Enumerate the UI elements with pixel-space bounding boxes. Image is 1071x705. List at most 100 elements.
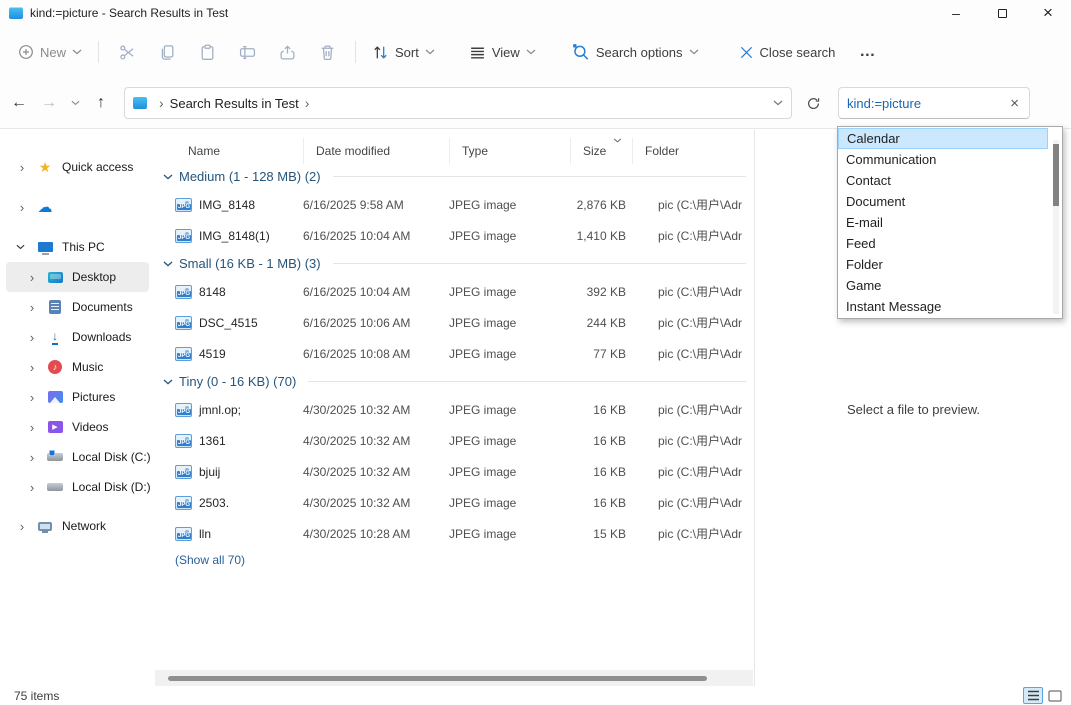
- breadcrumb[interactable]: Search Results in Test: [170, 96, 299, 111]
- column-header-size[interactable]: Size: [570, 138, 632, 164]
- dropdown-scrollbar-thumb[interactable]: [1053, 144, 1059, 206]
- file-row[interactable]: bjuij 4/30/2025 10:32 AM JPEG image 16 K…: [155, 456, 754, 487]
- file-row[interactable]: 1361 4/30/2025 10:32 AM JPEG image 16 KB…: [155, 425, 754, 456]
- more-options-button[interactable]: …: [849, 43, 886, 61]
- maximize-button[interactable]: [979, 0, 1025, 26]
- search-options-button[interactable]: Search options: [564, 37, 707, 67]
- expand-chevron-icon[interactable]: ›: [26, 390, 38, 405]
- dropdown-item-communication[interactable]: Communication: [838, 149, 1048, 170]
- close-search-button[interactable]: Close search: [731, 39, 844, 66]
- view-button-label: View: [492, 45, 520, 60]
- sidebar-item-quick-access[interactable]: › ★ Quick access: [6, 152, 149, 182]
- new-button[interactable]: New: [10, 38, 90, 66]
- dropdown-item-feed[interactable]: Feed: [838, 233, 1048, 254]
- window-title: kind:=picture - Search Results in Test: [30, 6, 228, 20]
- column-header-type[interactable]: Type: [449, 138, 570, 164]
- dropdown-item-folder[interactable]: Folder: [838, 254, 1048, 275]
- dropdown-item-game[interactable]: Game: [838, 275, 1048, 296]
- close-button[interactable]: ×: [1025, 0, 1071, 26]
- back-arrow-icon: ←: [11, 94, 27, 112]
- sidebar-item-downloads[interactable]: › ↓ Downloads: [6, 322, 149, 352]
- expand-chevron-icon[interactable]: ›: [26, 480, 38, 495]
- expand-chevron-icon[interactable]: ›: [26, 300, 38, 315]
- file-row[interactable]: lln 4/30/2025 10:28 AM JPEG image 15 KB …: [155, 518, 754, 549]
- expand-chevron-icon[interactable]: ›: [16, 160, 28, 175]
- expand-chevron-icon[interactable]: ›: [26, 420, 38, 435]
- file-row[interactable]: DSC_4515 6/16/2025 10:06 AM JPEG image 2…: [155, 307, 754, 338]
- dropdown-scrollbar[interactable]: [1053, 140, 1059, 314]
- sidebar-item-pictures[interactable]: › Pictures: [6, 382, 149, 412]
- navigation-bar: ← → ↑ › Search Results in Test › ×: [0, 78, 1071, 129]
- up-button[interactable]: ↑: [86, 88, 116, 118]
- delete-button[interactable]: [307, 35, 347, 69]
- group-header-medium[interactable]: Medium (1 - 128 MB) (2): [155, 164, 754, 189]
- file-row[interactable]: 8148 6/16/2025 10:04 AM JPEG image 392 K…: [155, 276, 754, 307]
- dropdown-item-calendar[interactable]: Calendar: [838, 128, 1048, 149]
- search-input[interactable]: [847, 96, 1008, 111]
- sidebar-item-local-disk-c[interactable]: › Local Disk (C:): [6, 442, 149, 472]
- forward-button[interactable]: →: [34, 88, 64, 118]
- group-collapse-icon[interactable]: [163, 174, 173, 180]
- copy-button[interactable]: [147, 35, 187, 69]
- view-button[interactable]: View: [461, 38, 544, 67]
- breadcrumb-chevron-icon[interactable]: ›: [299, 95, 316, 111]
- column-header-date-modified[interactable]: Date modified: [303, 138, 449, 164]
- dropdown-item-document[interactable]: Document: [838, 191, 1048, 212]
- paste-button[interactable]: [187, 35, 227, 69]
- drive-c-icon: [47, 453, 63, 461]
- expand-chevron-icon[interactable]: ›: [26, 450, 38, 465]
- group-collapse-icon[interactable]: [163, 379, 173, 385]
- file-date: 6/16/2025 10:04 AM: [303, 285, 449, 299]
- jpeg-file-icon: [175, 527, 192, 541]
- sidebar-item-local-disk-d[interactable]: › Local Disk (D:): [6, 472, 149, 502]
- dropdown-item-email[interactable]: E-mail: [838, 212, 1048, 233]
- expand-chevron-icon[interactable]: ›: [26, 330, 38, 345]
- column-header-folder[interactable]: Folder: [632, 138, 754, 164]
- recent-locations-button[interactable]: [64, 88, 86, 118]
- group-header-small[interactable]: Small (16 KB - 1 MB) (3): [155, 251, 754, 276]
- file-name: lln: [199, 527, 211, 541]
- dropdown-item-instant-message[interactable]: Instant Message: [838, 296, 1048, 317]
- column-header-name[interactable]: Name: [155, 138, 303, 164]
- collapse-chevron-icon[interactable]: [16, 244, 28, 250]
- search-box: ×: [838, 87, 1030, 119]
- clear-search-button[interactable]: ×: [1008, 95, 1021, 112]
- minimize-button[interactable]: –: [933, 0, 979, 26]
- group-header-tiny[interactable]: Tiny (0 - 16 KB) (70): [155, 369, 754, 394]
- sidebar-item-documents[interactable]: › Documents: [6, 292, 149, 322]
- expand-chevron-icon[interactable]: ›: [16, 200, 28, 215]
- network-icon: [38, 522, 52, 531]
- file-size: 244 KB: [570, 316, 632, 330]
- horizontal-scrollbar[interactable]: [155, 670, 753, 686]
- dropdown-item-contact[interactable]: Contact: [838, 170, 1048, 191]
- show-all-link[interactable]: (Show all 70): [155, 549, 754, 567]
- file-row[interactable]: IMG_8148(1) 6/16/2025 10:04 AM JPEG imag…: [155, 220, 754, 251]
- expand-chevron-icon[interactable]: ›: [16, 519, 28, 534]
- sidebar-item-onedrive[interactable]: › ☁: [6, 192, 149, 222]
- rename-button[interactable]: [227, 35, 267, 69]
- sidebar-item-this-pc[interactable]: This PC: [6, 232, 149, 262]
- refresh-button[interactable]: [796, 88, 830, 118]
- details-view-button[interactable]: [1023, 687, 1043, 704]
- thumbnail-view-button[interactable]: [1045, 687, 1065, 704]
- file-row[interactable]: 2503. 4/30/2025 10:32 AM JPEG image 16 K…: [155, 487, 754, 518]
- expand-chevron-icon[interactable]: ›: [26, 270, 38, 285]
- sort-button[interactable]: Sort: [364, 38, 443, 67]
- sidebar-item-music[interactable]: › ♪ Music: [6, 352, 149, 382]
- file-row[interactable]: 4519 6/16/2025 10:08 AM JPEG image 77 KB…: [155, 338, 754, 369]
- horizontal-scrollbar-thumb[interactable]: [168, 676, 707, 681]
- back-button[interactable]: ←: [4, 88, 34, 118]
- share-button[interactable]: [267, 35, 307, 69]
- group-collapse-icon[interactable]: [163, 261, 173, 267]
- cut-button[interactable]: [107, 35, 147, 69]
- sidebar-item-videos[interactable]: › ▶ Videos: [6, 412, 149, 442]
- expand-chevron-icon[interactable]: ›: [26, 360, 38, 375]
- file-row[interactable]: jmnl.op; 4/30/2025 10:32 AM JPEG image 1…: [155, 394, 754, 425]
- address-bar[interactable]: › Search Results in Test ›: [124, 87, 792, 119]
- sidebar-item-desktop[interactable]: › Desktop: [6, 262, 149, 292]
- sidebar-item-network[interactable]: › Network: [6, 511, 149, 541]
- search-suggestions-dropdown: Calendar Communication Contact Document …: [837, 126, 1063, 319]
- file-row[interactable]: IMG_8148 6/16/2025 9:58 AM JPEG image 2,…: [155, 189, 754, 220]
- file-date: 6/16/2025 9:58 AM: [303, 198, 449, 212]
- address-dropdown-icon[interactable]: [773, 100, 783, 106]
